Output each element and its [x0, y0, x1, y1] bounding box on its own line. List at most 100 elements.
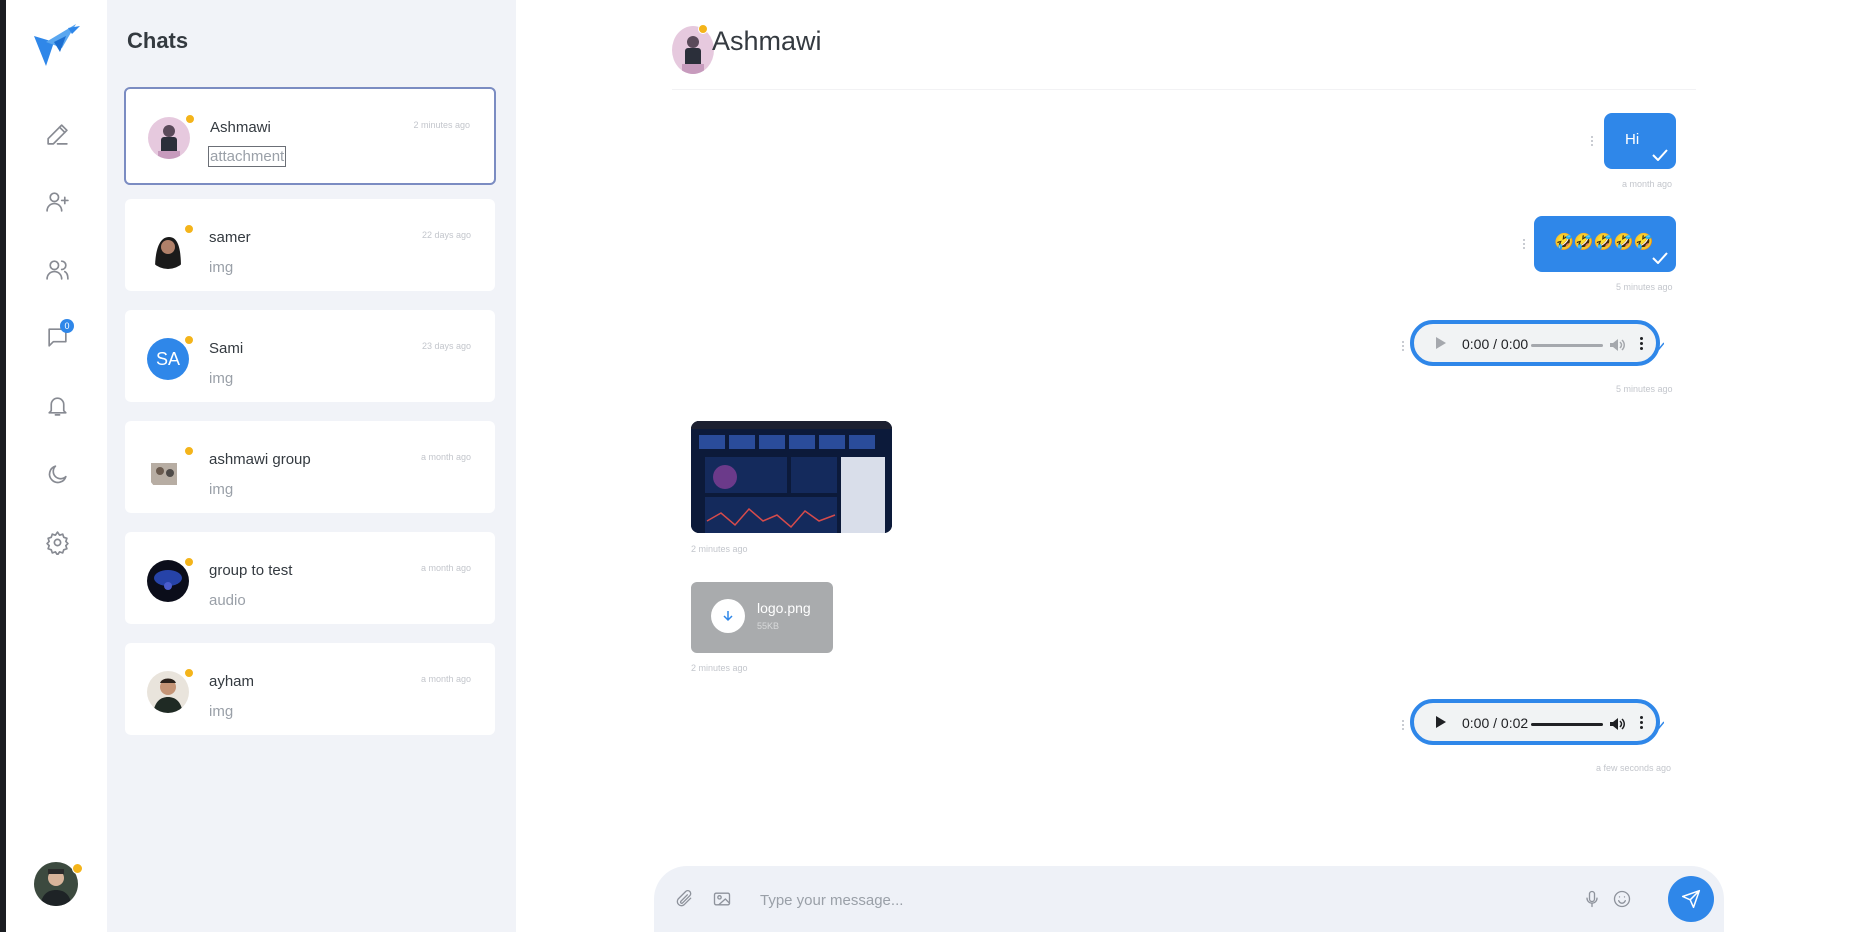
chat-list-panel: Chats Ashmawi 2 minutes ago attachment s… [107, 0, 516, 932]
avatar [147, 449, 189, 491]
file-size: 55KB [757, 621, 780, 631]
message-time: 5 minutes ago [1616, 384, 1673, 394]
sent-check-icon [1656, 721, 1664, 729]
paperclip-icon [676, 889, 692, 907]
chat-item-last-message: img [209, 370, 234, 387]
avatar [147, 671, 189, 713]
chat-item-ashmawi-group[interactable]: ashmawi group a month ago img [125, 421, 495, 513]
audio-duration: 0:00 / 0:02 [1462, 715, 1529, 731]
message-time: a few seconds ago [1596, 763, 1672, 773]
chat-item-samer[interactable]: samer 22 days ago img [125, 199, 495, 291]
notifications-button[interactable] [38, 386, 76, 424]
bell-icon [47, 396, 67, 416]
conversation-header: Ashmawi [672, 0, 1696, 90]
online-dot [184, 446, 194, 456]
settings-button[interactable] [38, 523, 76, 561]
message-options-button[interactable] [1401, 339, 1405, 353]
audio-player[interactable]: 0:00 / 0:00 [1410, 320, 1664, 366]
emoji-button[interactable] [1612, 889, 1632, 909]
send-button[interactable] [1668, 876, 1714, 922]
volume-icon[interactable] [1608, 715, 1626, 733]
chat-item-last-message: img [209, 259, 234, 276]
conversation-title: Ashmawi [712, 26, 822, 56]
online-dot [184, 668, 194, 678]
play-icon[interactable] [1436, 337, 1446, 349]
message-time: 2 minutes ago [691, 544, 748, 554]
online-dot [185, 114, 195, 124]
chat-item-time: a month ago [420, 452, 471, 462]
chats-button[interactable]: 0 [38, 318, 76, 356]
audio-menu-icon[interactable] [1640, 716, 1643, 731]
audio-progress-bar[interactable] [1531, 723, 1603, 726]
message-text: 🤣🤣🤣🤣🤣 [1554, 234, 1654, 251]
sent-check-icon [1652, 252, 1668, 264]
sent-check-icon [1652, 149, 1668, 161]
chat-item-ayham[interactable]: ayham a month ago img [125, 643, 495, 735]
chat-item-name: Ashmawi [210, 119, 271, 136]
icon-rail: 0 [6, 0, 107, 932]
new-chat-button[interactable] [38, 115, 76, 153]
chat-item-last-message: img [209, 703, 234, 720]
chat-item-name: samer [209, 229, 251, 246]
message-time: 5 minutes ago [1616, 282, 1673, 292]
conversation-panel: Ashmawi Hi a month ago 🤣🤣🤣🤣🤣 5 minutes a… [516, 0, 1858, 932]
avatar [148, 117, 190, 159]
smile-icon [1613, 890, 1631, 908]
message-composer [654, 866, 1724, 932]
sent-check-icon [1656, 342, 1664, 350]
avatar [147, 227, 189, 269]
users-icon [45, 259, 69, 280]
message-options-button[interactable] [1401, 718, 1405, 732]
chat-item-ashmawi[interactable]: Ashmawi 2 minutes ago attachment [124, 87, 496, 185]
avatar [147, 560, 189, 602]
groups-button[interactable] [38, 250, 76, 288]
chat-item-group-to-test[interactable]: group to test a month ago audio [125, 532, 495, 624]
chat-item-time: 23 days ago [421, 341, 471, 351]
chat-item-last-message: img [209, 481, 234, 498]
message-bubble[interactable]: Hi [1604, 113, 1676, 169]
play-icon[interactable] [1436, 716, 1446, 728]
audio-menu-icon[interactable] [1640, 337, 1643, 352]
message-bubble[interactable]: 🤣🤣🤣🤣🤣 [1534, 216, 1676, 272]
theme-toggle-button[interactable] [38, 455, 76, 493]
gear-icon [45, 530, 69, 555]
file-attachment[interactable]: logo.png 55KB [691, 582, 833, 653]
chat-item-time: 22 days ago [421, 230, 471, 240]
message-time: 2 minutes ago [691, 663, 748, 673]
add-user-icon [45, 191, 69, 212]
online-dot [184, 224, 194, 234]
avatar-initials: SA [147, 338, 189, 380]
attach-button[interactable] [674, 889, 694, 909]
message-options-button[interactable] [1590, 134, 1594, 148]
chat-item-name: ayham [209, 673, 255, 690]
send-icon [1681, 889, 1701, 909]
logo-icon[interactable] [32, 22, 82, 68]
message-text: Hi [1625, 131, 1640, 148]
image-icon [713, 892, 731, 906]
audio-progress-bar[interactable] [1531, 344, 1603, 347]
mic-button[interactable] [1582, 889, 1602, 909]
volume-icon[interactable] [1608, 336, 1626, 354]
contact-avatar[interactable] [672, 26, 714, 74]
chat-item-time: 2 minutes ago [413, 120, 470, 130]
audio-duration: 0:00 / 0:00 [1462, 336, 1529, 352]
unread-badge: 0 [60, 319, 74, 333]
message-options-button[interactable] [1522, 237, 1526, 251]
message-input[interactable] [758, 886, 1602, 914]
chat-item-name: Sami [209, 340, 244, 357]
chat-item-time: a month ago [420, 674, 471, 684]
chat-item-name: group to test [209, 562, 293, 579]
download-icon[interactable] [711, 599, 745, 633]
audio-player[interactable]: 0:00 / 0:02 [1410, 699, 1664, 745]
image-button[interactable] [712, 889, 732, 909]
image-attachment[interactable] [691, 421, 892, 533]
online-dot [698, 24, 708, 34]
profile-online-dot [72, 863, 83, 874]
pencil-icon [46, 123, 68, 145]
add-contact-button[interactable] [38, 182, 76, 220]
chat-item-name: ashmawi group [209, 451, 311, 468]
online-dot [184, 557, 194, 567]
chat-item-time: a month ago [420, 563, 471, 573]
online-dot [184, 335, 194, 345]
chat-item-sami[interactable]: SA Sami 23 days ago img [125, 310, 495, 402]
